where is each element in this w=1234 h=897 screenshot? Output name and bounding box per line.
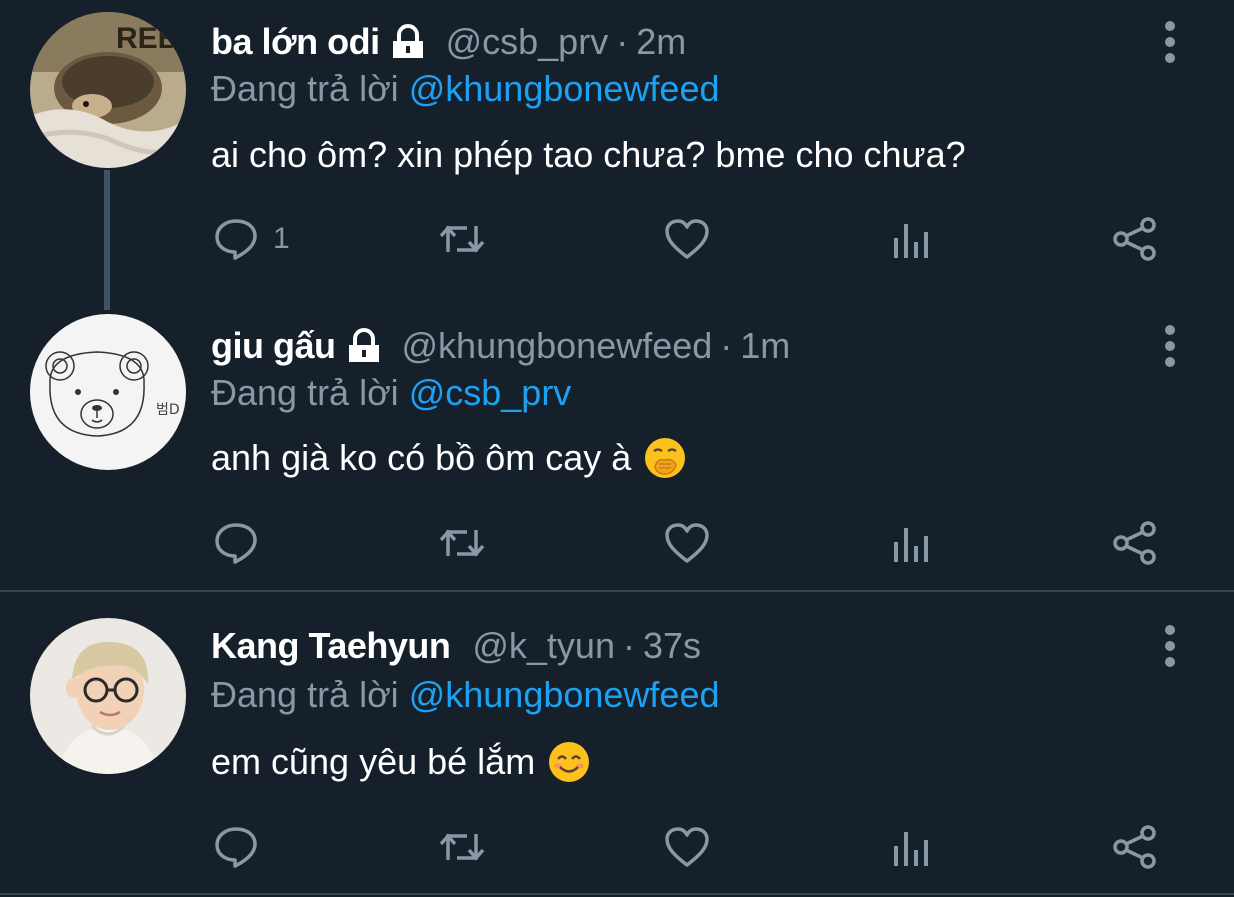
share-button[interactable] [1112, 518, 1158, 568]
tweet-text: ai cho ôm? xin phép tao chưa? bme cho ch… [211, 134, 966, 176]
reply-to-link[interactable]: @khungbonewfeed [409, 68, 720, 109]
action-bar [0, 822, 1234, 872]
tweet-header: ba lớn odi @csb_prv · 2m [211, 18, 686, 66]
speech-bubble-icon [215, 219, 257, 260]
retweet-icon [439, 833, 485, 861]
bar-chart-icon [894, 224, 928, 258]
retweet-button[interactable] [439, 822, 485, 872]
tweet-text-content: anh già ko có bồ ôm cay à [211, 437, 632, 478]
tweet-item[interactable]: REB ba lớn odi @csb_prv · 2m Đang trả lờ… [0, 0, 1234, 310]
retweet-icon [439, 529, 485, 557]
tweet-text: em cũng yêu bé lắm [211, 740, 591, 784]
vertical-dots-icon [1165, 325, 1175, 367]
like-button[interactable] [664, 214, 710, 264]
vertical-dots-icon [1165, 21, 1175, 63]
tweet-feed: REB ba lớn odi @csb_prv · 2m Đang trả lờ… [0, 0, 1234, 897]
reply-count: 1 [273, 222, 290, 255]
tweet-header: giu gấu @khungbonewfeed · 1m [211, 322, 790, 370]
reply-prefix: Đang trả lời [211, 68, 399, 109]
avatar-k-tyun[interactable] [30, 618, 186, 774]
reply-prefix: Đang trả lời [211, 674, 399, 715]
avatar-khungbonewfeed[interactable]: 범D [30, 314, 186, 470]
reply-to-link[interactable]: @khungbonewfeed [409, 674, 720, 715]
tweet-item[interactable]: Kang Taehyun @k_tyun · 37s Đang trả lời … [0, 604, 1234, 890]
user-handle[interactable]: @csb_prv [446, 21, 609, 63]
more-options-button[interactable] [1156, 622, 1184, 670]
bear-avatar-icon: 범D [30, 314, 186, 470]
speech-bubble-icon [215, 523, 257, 564]
share-button[interactable] [1112, 822, 1158, 872]
user-handle[interactable]: @khungbonewfeed [402, 325, 713, 367]
more-options-button[interactable] [1156, 18, 1184, 66]
share-icon [1113, 521, 1156, 565]
analytics-button[interactable] [889, 214, 935, 264]
more-options-button[interactable] [1156, 322, 1184, 370]
bar-chart-icon [894, 832, 928, 866]
timestamp[interactable]: 37s [643, 625, 701, 667]
heart-icon [665, 827, 709, 867]
tweet-divider [0, 590, 1234, 592]
reply-context: Đang trả lời @csb_prv [211, 372, 571, 414]
action-bar: 1 [0, 214, 1234, 264]
person-avatar-icon [30, 618, 186, 774]
retweet-icon [439, 225, 485, 253]
action-bar [0, 518, 1234, 568]
face-with-hand-over-mouth-icon [643, 436, 687, 480]
like-button[interactable] [664, 822, 710, 872]
separator-dot: · [616, 21, 629, 62]
smiling-face-with-smiling-eyes-icon [547, 740, 591, 784]
lock-icon [344, 326, 384, 366]
timestamp[interactable]: 2m [636, 21, 686, 63]
separator-dot: · [720, 325, 733, 366]
reply-context: Đang trả lời @khungbonewfeed [211, 68, 719, 110]
reply-prefix: Đang trả lời [211, 372, 399, 413]
heart-icon [665, 523, 709, 563]
retweet-button[interactable] [439, 214, 485, 264]
analytics-button[interactable] [889, 518, 935, 568]
svg-text:범D: 범D [156, 402, 180, 418]
analytics-button[interactable] [889, 822, 935, 872]
display-name[interactable]: ba lớn odi [211, 21, 380, 63]
speech-bubble-icon [215, 827, 257, 868]
tweet-text-content: ai cho ôm? xin phép tao chưa? bme cho ch… [211, 134, 966, 175]
reply-button[interactable] [213, 822, 259, 872]
retweet-button[interactable] [439, 518, 485, 568]
like-button[interactable] [664, 518, 710, 568]
timestamp[interactable]: 1m [740, 325, 790, 367]
tweet-item[interactable]: 범D giu gấu @khungbonewfeed · 1m Đang trả… [0, 304, 1234, 590]
heart-icon [665, 219, 709, 259]
svg-text:REB: REB [116, 22, 179, 55]
separator-dot: · [622, 625, 635, 666]
display-name[interactable]: giu gấu [211, 325, 336, 367]
vertical-dots-icon [1165, 625, 1175, 667]
share-button[interactable] [1112, 214, 1158, 264]
bar-chart-icon [894, 528, 928, 562]
lock-icon [388, 22, 428, 62]
reply-context: Đang trả lời @khungbonewfeed [211, 674, 719, 716]
reply-button[interactable]: 1 [213, 214, 290, 264]
tweet-text-content: em cũng yêu bé lắm [211, 741, 536, 782]
display-name[interactable]: Kang Taehyun [211, 625, 451, 667]
hedgehog-avatar-icon: REB [30, 12, 186, 168]
share-icon [1113, 217, 1156, 261]
user-handle[interactable]: @k_tyun [472, 625, 615, 667]
share-icon [1113, 825, 1156, 869]
tweet-header: Kang Taehyun @k_tyun · 37s [211, 622, 701, 670]
avatar-csb-prv[interactable]: REB [30, 12, 186, 168]
reply-to-link[interactable]: @csb_prv [409, 372, 572, 413]
reply-button[interactable] [213, 518, 259, 568]
tweet-text: anh già ko có bồ ôm cay à [211, 436, 687, 480]
tweet-divider [0, 893, 1234, 895]
